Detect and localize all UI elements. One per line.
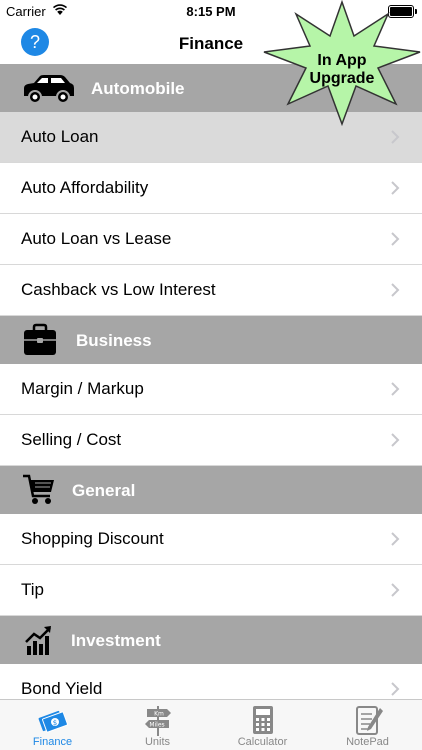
list-item-label: Shopping Discount bbox=[21, 529, 164, 548]
in-app-upgrade-badge[interactable]: In App Upgrade bbox=[262, 0, 422, 127]
list-item-cashback-vs-low-interest[interactable]: Cashback vs Low Interest bbox=[0, 265, 422, 316]
list-item-label: Tip bbox=[21, 580, 44, 599]
list-item-label: Auto Loan bbox=[21, 127, 99, 146]
section-header-business: Business bbox=[0, 316, 422, 364]
briefcase-icon bbox=[24, 323, 56, 355]
tab-calculator[interactable]: Calculator bbox=[210, 700, 315, 750]
list-item-shopping-discount[interactable]: Shopping Discount bbox=[0, 514, 422, 565]
section-title: General bbox=[72, 481, 136, 500]
list-item-margin-markup[interactable]: Margin / Markup bbox=[0, 364, 422, 415]
tab-label: NotePad bbox=[346, 736, 389, 748]
signpost-miles-label: Miles bbox=[149, 722, 164, 729]
list-item-auto-affordability[interactable]: Auto Affordability bbox=[0, 163, 422, 214]
notepad-icon bbox=[356, 706, 383, 735]
tab-label: Calculator bbox=[237, 736, 288, 748]
signpost-km-label: Km bbox=[154, 711, 164, 718]
tab-bar: $ Finance Km Miles Units Calculator Note… bbox=[0, 699, 422, 750]
section-title: Business bbox=[76, 331, 152, 350]
svg-text:$: $ bbox=[53, 719, 57, 727]
tab-notepad[interactable]: NotePad bbox=[315, 700, 420, 750]
chevron-right-icon bbox=[391, 532, 400, 546]
section-header-general: General bbox=[0, 466, 422, 514]
section-title: Automobile bbox=[91, 79, 185, 98]
chevron-right-icon bbox=[391, 433, 400, 447]
car-icon bbox=[24, 75, 74, 104]
calculator-icon bbox=[253, 706, 273, 734]
tab-label: Finance bbox=[32, 736, 73, 748]
tab-units[interactable]: Km Miles Units bbox=[105, 700, 210, 750]
signpost-icon: Km Miles bbox=[145, 706, 171, 736]
list-item-tip[interactable]: Tip bbox=[0, 565, 422, 616]
chevron-right-icon bbox=[391, 283, 400, 297]
list-item-label: Selling / Cost bbox=[21, 430, 122, 449]
list-item-label: Auto Loan vs Lease bbox=[21, 229, 172, 248]
list-item-label: Margin / Markup bbox=[21, 379, 144, 398]
chevron-right-icon bbox=[391, 130, 400, 144]
growth-chart-icon bbox=[25, 626, 51, 655]
badge-line-1: In App bbox=[317, 52, 367, 69]
list-item-label: Bond Yield bbox=[21, 679, 103, 698]
tab-label: Units bbox=[144, 736, 171, 748]
section-title: Investment bbox=[71, 631, 161, 650]
chevron-right-icon bbox=[391, 583, 400, 597]
badge-line-2: Upgrade bbox=[309, 70, 375, 87]
chevron-right-icon bbox=[391, 682, 400, 696]
chevron-right-icon bbox=[391, 181, 400, 195]
list-item-auto-loan-vs-lease[interactable]: Auto Loan vs Lease bbox=[0, 214, 422, 265]
list-item-selling-cost[interactable]: Selling / Cost bbox=[0, 415, 422, 466]
list-item-label: Cashback vs Low Interest bbox=[21, 280, 216, 299]
tab-finance[interactable]: $ Finance bbox=[0, 700, 105, 750]
money-icon: $ bbox=[38, 710, 68, 733]
chevron-right-icon bbox=[391, 232, 400, 246]
section-header-investment: Investment bbox=[0, 616, 422, 664]
badge-text: In App Upgrade bbox=[282, 52, 402, 88]
shopping-cart-icon bbox=[23, 474, 54, 504]
calculator-list: Automobile Auto Loan Auto Affordability … bbox=[0, 64, 422, 715]
chevron-right-icon bbox=[391, 382, 400, 396]
list-item-label: Auto Affordability bbox=[21, 178, 149, 197]
